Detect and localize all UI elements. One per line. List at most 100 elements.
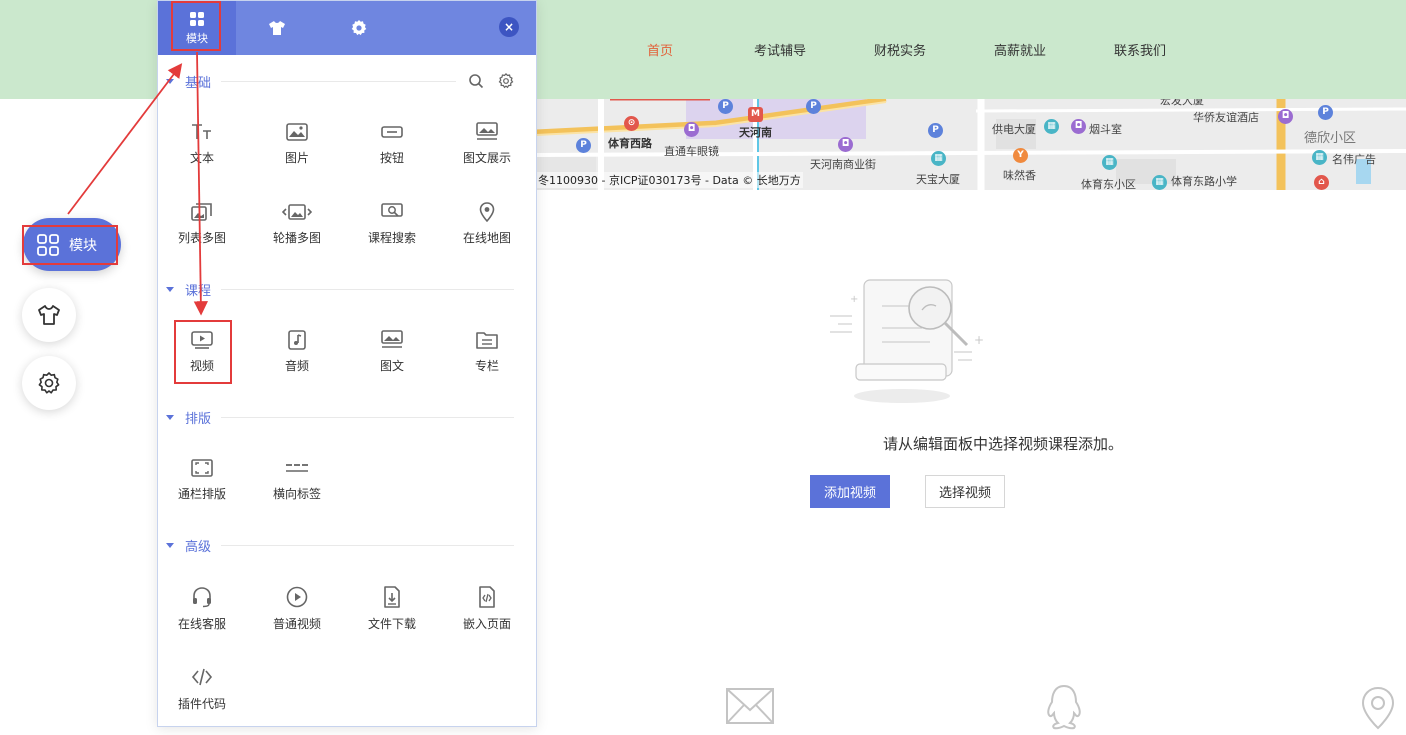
map-label: 味然香 (1003, 169, 1036, 182)
page: 首页 考试辅导 财税实务 高薪就业 联系我们 ⊙ P P P P P M ◘ ◘… (0, 0, 1406, 735)
shop-icon: ◘ (838, 137, 853, 152)
module-item-plugin-code[interactable]: 插件代码 (158, 656, 246, 726)
module-item-plain-video[interactable]: 普通视频 (253, 576, 341, 646)
image-text-icon (476, 122, 498, 140)
building-icon: ▦ (1152, 175, 1167, 190)
module-item-label: 图片 (284, 151, 309, 165)
location-icon[interactable] (1360, 686, 1396, 730)
module-item-label: 轮播多图 (272, 231, 321, 245)
building-icon: ▦ (931, 151, 946, 166)
module-item-label: 普通视频 (272, 617, 321, 631)
module-item-article[interactable]: 图文 (348, 320, 436, 390)
map-label: 烟斗室 (1089, 123, 1122, 136)
module-item-button[interactable]: 按钮 (348, 112, 436, 182)
nav-home[interactable]: 首页 (600, 40, 720, 59)
parking-icon: P (1318, 105, 1333, 120)
section-layout-header[interactable]: 排版 (166, 407, 514, 427)
caret-down-icon (166, 78, 174, 84)
metro-icon: M (748, 107, 763, 122)
annotation-highlight-tab-module (171, 1, 221, 51)
module-item-image[interactable]: 图片 (253, 112, 341, 182)
module-item-column[interactable]: 专栏 (443, 320, 531, 390)
annotation-highlight-video (174, 320, 232, 384)
panel-close-icon[interactable]: × (499, 17, 519, 37)
module-item-label: 通栏排版 (177, 487, 226, 501)
map-label: 名伟广告 (1332, 153, 1376, 166)
map-poi-icon: ⊙ (624, 116, 639, 131)
svg-text:+: + (974, 333, 984, 347)
tab-style[interactable] (238, 1, 316, 55)
module-item-image-text[interactable]: 图文展示 (443, 112, 531, 182)
module-item-online-map[interactable]: 在线地图 (443, 192, 531, 262)
module-item-label: 按钮 (379, 151, 404, 165)
map-label: 华侨友谊酒店 (1193, 111, 1259, 124)
map-label: 德欣小区 (1304, 131, 1357, 146)
section-advanced-header[interactable]: 高级 (166, 535, 514, 555)
section-basic-title: 基础 (185, 75, 212, 91)
food-icon: Y (1013, 148, 1028, 163)
tshirt-icon (269, 21, 285, 35)
module-item-label: 课程搜索 (367, 231, 416, 245)
search-icon[interactable] (468, 73, 484, 89)
mail-icon[interactable] (726, 688, 774, 724)
module-item-label: 列表多图 (177, 231, 226, 245)
module-item-text[interactable]: 文本 (158, 112, 246, 182)
nav-contact[interactable]: 联系我们 (1080, 40, 1200, 59)
caret-down-icon (166, 286, 174, 292)
module-item-label: 图文 (379, 359, 404, 373)
module-item-carousel[interactable]: 轮播多图 (253, 192, 341, 262)
qq-icon[interactable] (1044, 684, 1084, 730)
nav-tax-practice[interactable]: 财税实务 (840, 40, 960, 59)
list-images-icon (191, 203, 212, 221)
section-advanced-title: 高级 (185, 539, 212, 555)
module-item-embed-page[interactable]: 嵌入页面 (443, 576, 531, 646)
parking-icon: P (806, 99, 821, 114)
section-course-header[interactable]: 课程 (166, 279, 514, 299)
map-label: 体育东小区 (1081, 178, 1136, 190)
map-label: 宏发大厦 (1160, 99, 1204, 107)
folder-icon (476, 332, 498, 349)
module-item-list-images[interactable]: 列表多图 (158, 192, 246, 262)
divider (221, 544, 514, 546)
select-video-button[interactable]: 选择视频 (925, 475, 1005, 508)
map-label: 体育东路小学 (1171, 175, 1237, 188)
module-item-label: 图文展示 (462, 151, 511, 165)
online-map[interactable]: ⊙ P P P P P M ◘ ◘ ◘ ◘ ▦ ▦ ▦ ▦ ▦ Y ⌂ 体育西路… (536, 99, 1406, 190)
float-style-button[interactable] (22, 288, 76, 342)
parking-icon: P (718, 99, 733, 114)
nav-exam-coaching[interactable]: 考试辅导 (720, 40, 840, 59)
gear-icon[interactable] (498, 73, 514, 89)
map-label: 体育西路 (608, 137, 652, 150)
empty-state-message: 请从编辑面板中选择视频课程添加。 (882, 435, 1123, 453)
module-item-full-width-layout[interactable]: 通栏排版 (158, 448, 246, 518)
float-settings-button[interactable] (22, 356, 76, 410)
section-basic-header[interactable]: 基础 (166, 71, 514, 91)
module-item-file-download[interactable]: 文件下载 (348, 576, 436, 646)
gear-icon (351, 20, 367, 36)
module-item-course-search[interactable]: 课程搜索 (348, 192, 436, 262)
audio-icon (288, 330, 306, 350)
map-label: 天宝大厦 (916, 173, 960, 186)
gear-icon (38, 372, 60, 394)
module-panel: 模块 × 基础 文本 图片 按钮 图文展示 列表多图 轮播多图 课程搜索 在线地… (157, 0, 537, 727)
carousel-icon (282, 204, 312, 220)
divider (221, 80, 456, 82)
embed-page-icon (479, 586, 495, 608)
module-item-label: 音频 (284, 359, 309, 373)
divider (221, 288, 514, 290)
module-item-label: 插件代码 (177, 697, 226, 711)
map-copyright: 冬1100930 - 京ICP证030173号 - Data © 长地万方 (536, 172, 803, 188)
add-video-button[interactable]: 添加视频 (810, 475, 890, 508)
divider (221, 416, 514, 418)
tab-settings[interactable] (320, 1, 398, 55)
map-pin-icon (479, 202, 495, 222)
module-item-online-service[interactable]: 在线客服 (158, 576, 246, 646)
module-item-label: 文本 (189, 151, 214, 165)
nav-employment[interactable]: 高薪就业 (960, 40, 1080, 59)
module-item-label: 专栏 (474, 359, 499, 373)
module-item-horizontal-tabs[interactable]: 横向标签 (253, 448, 341, 518)
building-icon: ▦ (1102, 155, 1117, 170)
full-width-icon (191, 459, 213, 477)
horizontal-tabs-icon (286, 464, 308, 472)
module-item-audio[interactable]: 音频 (253, 320, 341, 390)
